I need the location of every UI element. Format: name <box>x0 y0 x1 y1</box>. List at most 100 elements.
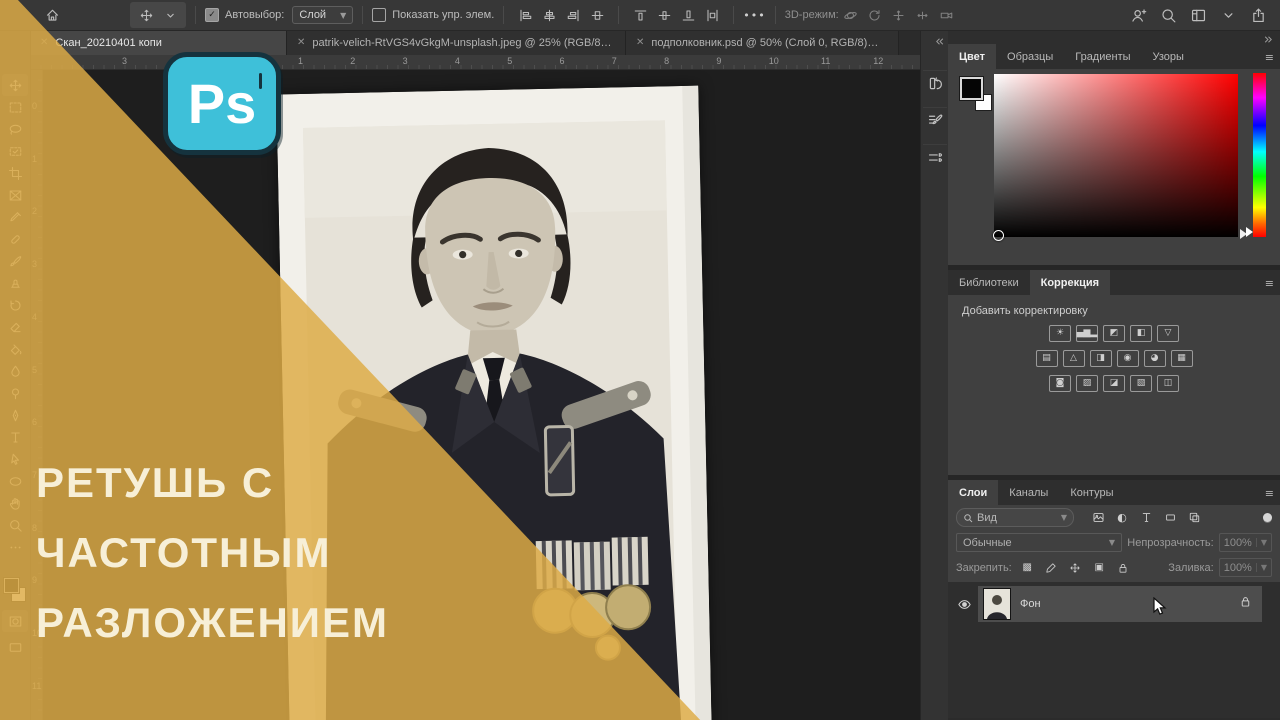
crop-icon[interactable] <box>2 162 28 184</box>
close-icon[interactable]: ✕ <box>636 37 644 48</box>
edit-toolbar-icon[interactable] <box>2 536 28 558</box>
dist-vertical-icon[interactable] <box>700 4 724 26</box>
color-balance-icon[interactable]: △ <box>1062 350 1085 367</box>
foreground-color-swatch[interactable] <box>4 578 19 593</box>
slide-3d-icon[interactable] <box>911 4 935 26</box>
posterize-icon[interactable]: ▨ <box>1076 375 1098 392</box>
roll-3d-icon[interactable] <box>863 4 887 26</box>
lock-position-icon[interactable] <box>1068 560 1083 575</box>
chevron-small-icon[interactable] <box>1216 4 1240 26</box>
color-lookup-icon[interactable]: ▦ <box>1170 350 1193 367</box>
layer-filter-search[interactable]: Вид ▼ <box>956 508 1074 527</box>
brushes-icon[interactable] <box>923 144 947 169</box>
align-right-icon[interactable] <box>561 4 585 26</box>
move-icon[interactable] <box>2 74 28 96</box>
tab-swatches[interactable]: Образцы <box>996 44 1064 69</box>
screen-mode-icon[interactable] <box>2 636 28 658</box>
tab-layers[interactable]: Слои <box>948 480 999 505</box>
align-left-icon[interactable] <box>513 4 537 26</box>
lock-all-icon[interactable] <box>1116 560 1131 575</box>
lock-artboard-icon[interactable]: ▣ <box>1092 560 1107 575</box>
zoom-icon[interactable] <box>2 514 28 536</box>
quick-mask-icon[interactable] <box>2 610 28 632</box>
dist-bottom-icon[interactable] <box>676 4 700 26</box>
vibrance-icon[interactable]: ▽ <box>1157 325 1179 342</box>
layer-row-background[interactable]: Фон <box>978 586 1262 622</box>
hue-pointer[interactable] <box>1246 227 1253 237</box>
gradient-map-icon[interactable]: ◫ <box>1157 375 1179 392</box>
selective-color-icon[interactable]: ▧ <box>1130 375 1152 392</box>
lasso-icon[interactable] <box>2 118 28 140</box>
align-center-h-icon[interactable] <box>537 4 561 26</box>
tab-podpolkovnik[interactable]: ✕ подполковник.psd @ 50% (Слой 0, RGB/8)… <box>626 30 899 55</box>
tab-adjustments[interactable]: Коррекция <box>1029 270 1111 295</box>
smart-object-icon[interactable] <box>1186 510 1202 526</box>
dist-middle-icon[interactable] <box>652 4 676 26</box>
exposure-icon[interactable]: ◧ <box>1130 325 1152 342</box>
lock-transparent-icon[interactable]: ▩ <box>1020 560 1035 575</box>
foreground-color-swatch[interactable] <box>960 77 983 100</box>
collapse-left-icon[interactable] <box>934 34 945 52</box>
dodge-icon[interactable] <box>2 382 28 404</box>
black-white-icon[interactable]: ◨ <box>1089 350 1112 367</box>
home-icon[interactable] <box>40 4 64 26</box>
autoselect-target-dropdown[interactable]: Слой ▼ <box>292 6 354 24</box>
opacity-value[interactable]: 100% ▼ <box>1218 533 1272 552</box>
panel-menu-icon[interactable]: ≡ <box>1265 51 1274 64</box>
brush-icon[interactable] <box>2 250 28 272</box>
blur-icon[interactable] <box>2 360 28 382</box>
panel-menu-icon[interactable]: ≡ <box>1265 277 1274 290</box>
lock-paint-icon[interactable] <box>1044 560 1059 575</box>
ellipse-icon[interactable] <box>2 470 28 492</box>
eyedropper-icon[interactable] <box>2 206 28 228</box>
close-icon[interactable]: ✕ <box>297 37 305 48</box>
pan-3d-icon[interactable] <box>887 4 911 26</box>
brightness-contrast-icon[interactable]: ☀ <box>1049 325 1071 342</box>
threshold-icon[interactable]: ◪ <box>1103 375 1125 392</box>
autoselect-checkbox[interactable]: ✓ <box>205 8 219 22</box>
tab-color[interactable]: Цвет <box>948 44 997 69</box>
channel-mixer-icon[interactable]: ◕ <box>1143 350 1166 367</box>
tab-libraries[interactable]: Библиотеки <box>948 270 1030 295</box>
chevron-down-icon[interactable] <box>158 4 182 26</box>
hand-icon[interactable] <box>2 492 28 514</box>
fill-value[interactable]: 100% ▼ <box>1218 558 1272 577</box>
layer-thumbnail[interactable] <box>983 588 1011 620</box>
spot-healing-icon[interactable] <box>2 228 28 250</box>
photo-filter-icon[interactable]: ◉ <box>1116 350 1139 367</box>
marquee-icon[interactable] <box>2 96 28 118</box>
type-layer-icon[interactable] <box>1138 510 1154 526</box>
pixel-layer-icon[interactable] <box>1090 510 1106 526</box>
share-icon[interactable] <box>1246 4 1270 26</box>
dist-top-icon[interactable] <box>628 4 652 26</box>
tab-patterns[interactable]: Узоры <box>1142 44 1195 69</box>
tab-channels[interactable]: Каналы <box>998 480 1059 505</box>
adjustment-layer-icon[interactable]: ◐ <box>1114 510 1130 526</box>
blend-mode-dropdown[interactable]: Обычные ▼ <box>956 533 1122 552</box>
levels-icon[interactable]: ▄▆▂ <box>1076 325 1098 342</box>
filter-toggle-dot[interactable] <box>1263 513 1272 522</box>
account-icon[interactable] <box>1126 4 1150 26</box>
object-selection-icon[interactable] <box>2 140 28 162</box>
current-tool-move[interactable] <box>130 2 186 28</box>
show-controls-checkbox[interactable] <box>372 8 387 22</box>
color-swatches[interactable] <box>4 578 26 602</box>
more-options-icon[interactable]: ••• <box>743 9 765 22</box>
frame-icon[interactable] <box>2 184 28 206</box>
visibility-eye-icon[interactable] <box>952 586 976 622</box>
lock-icon[interactable] <box>1239 595 1252 613</box>
brush-settings-icon[interactable] <box>923 107 947 132</box>
paint-bucket-icon[interactable] <box>2 338 28 360</box>
saturation-brightness-field[interactable] <box>993 74 1238 241</box>
curves-icon[interactable]: ◩ <box>1103 325 1125 342</box>
pen-icon[interactable] <box>2 404 28 426</box>
history-brush-icon[interactable] <box>2 294 28 316</box>
type-icon[interactable] <box>2 426 28 448</box>
history-icon[interactable] <box>923 70 947 95</box>
eraser-icon[interactable] <box>2 316 28 338</box>
hue-saturation-icon[interactable]: ▤ <box>1035 350 1058 367</box>
fg-bg-swatches[interactable] <box>960 77 994 113</box>
path-selection-icon[interactable] <box>2 448 28 470</box>
tab-gradients[interactable]: Градиенты <box>1064 44 1141 69</box>
shape-layer-icon[interactable] <box>1162 510 1178 526</box>
